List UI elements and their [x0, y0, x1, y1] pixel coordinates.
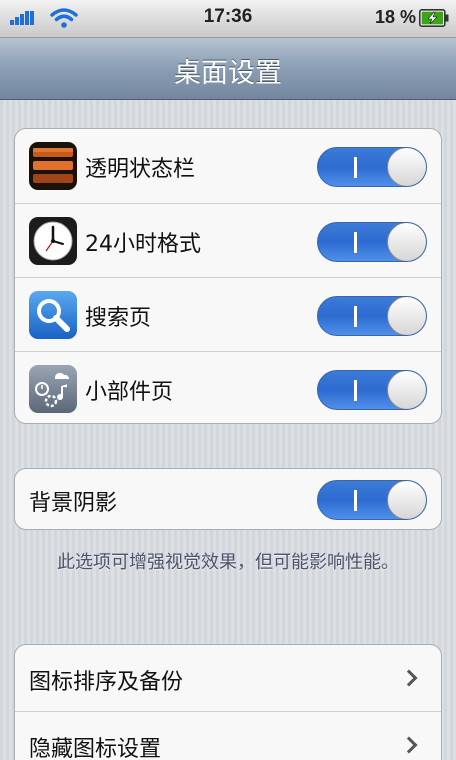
toggle-on-mark	[354, 157, 357, 178]
toggle-knob	[387, 148, 426, 186]
setting-label: 隐藏图标设置	[29, 737, 162, 760]
toggle-knob	[387, 297, 426, 335]
toggle-on-mark	[354, 306, 357, 327]
widgets-app-icon	[29, 365, 77, 413]
battery-percent: 18 %	[374, 7, 416, 27]
background-shadow-toggle[interactable]	[317, 480, 427, 520]
cellular-signal-icon	[10, 11, 34, 25]
toggle-knob	[387, 223, 426, 261]
setting-row-widgets-page: 小部件页	[15, 351, 441, 423]
page-title: 桌面设置	[174, 58, 282, 89]
toggle-on-mark	[354, 380, 357, 401]
setting-label: 24小时格式	[85, 232, 201, 257]
settings-group-icons: 图标排序及备份 隐藏图标设置	[14, 644, 442, 760]
toggle-on-mark	[354, 232, 357, 253]
setting-label: 图标排序及备份	[29, 670, 184, 695]
battery-charging-icon	[419, 9, 449, 27]
clock-app-icon	[29, 217, 77, 265]
status-time: 17:36	[203, 6, 253, 27]
status-bar-app-icon	[29, 142, 77, 190]
setting-row-background-shadow: 背景阴影	[15, 469, 441, 529]
setting-label: 透明状态栏	[85, 157, 196, 182]
toggle-knob	[387, 371, 426, 409]
settings-group-display: 透明状态栏 24小时格式 搜索页 小部件页	[14, 128, 442, 424]
setting-label: 背景阴影	[29, 491, 118, 516]
setting-row-search-page: 搜索页	[15, 277, 441, 351]
shadow-footnote: 此选项可增强视觉效果，但可能影响性能。	[57, 552, 399, 573]
nav-row-icon-sort-backup[interactable]: 图标排序及备份	[15, 645, 441, 711]
toggle-knob	[387, 481, 426, 519]
widgets-page-toggle[interactable]	[317, 370, 427, 410]
transparent-status-bar-toggle[interactable]	[317, 147, 427, 187]
setting-label: 小部件页	[85, 380, 174, 405]
search-page-toggle[interactable]	[317, 296, 427, 336]
status-bar: 17:36 18 %	[0, 0, 456, 38]
setting-row-24-hour-format: 24小时格式	[15, 203, 441, 277]
search-app-icon	[29, 291, 77, 339]
navigation-bar: 桌面设置	[0, 38, 456, 100]
setting-row-transparent-status-bar: 透明状态栏	[15, 129, 441, 203]
toggle-on-mark	[354, 490, 357, 511]
chevron-right-icon	[400, 669, 418, 687]
settings-group-shadow: 背景阴影	[14, 468, 442, 530]
chevron-right-icon	[400, 736, 418, 754]
wifi-icon	[50, 8, 78, 28]
nav-row-hidden-icon-settings[interactable]: 隐藏图标设置	[15, 711, 441, 760]
setting-label: 搜索页	[85, 306, 152, 331]
24-hour-format-toggle[interactable]	[317, 222, 427, 262]
